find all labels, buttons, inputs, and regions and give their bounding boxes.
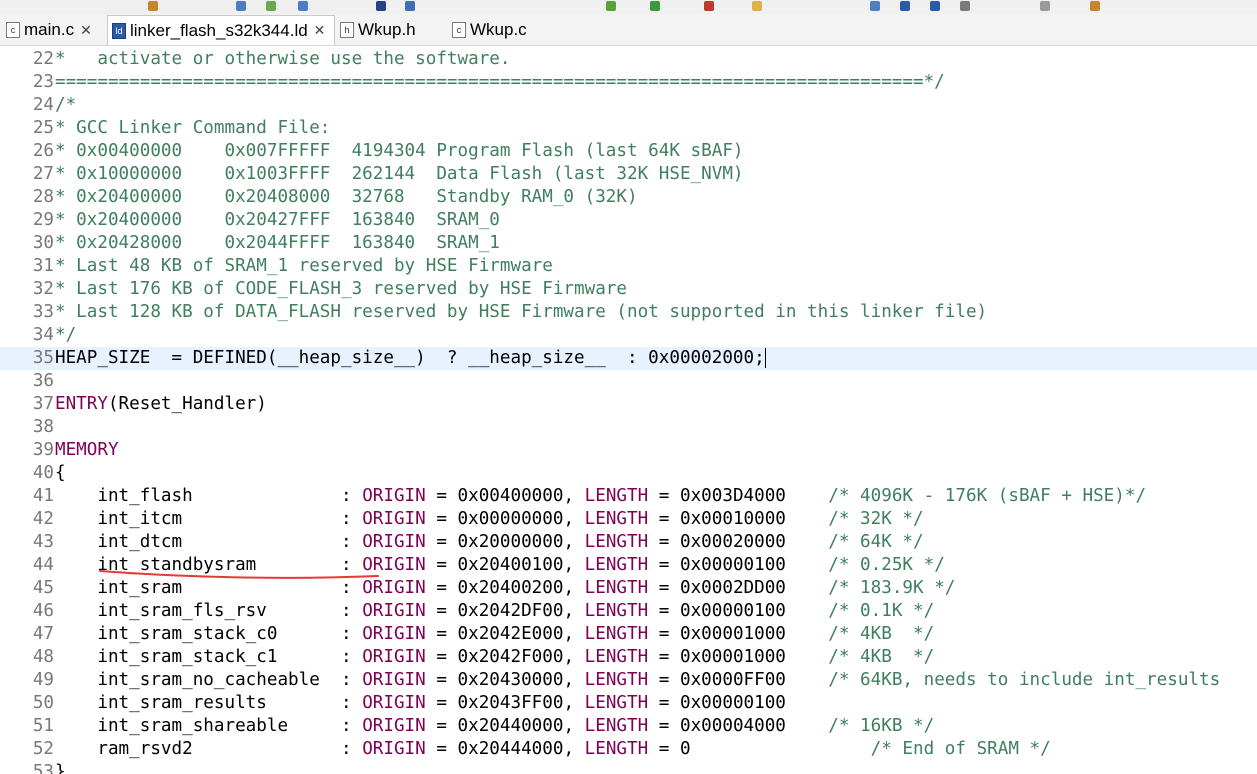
toolbar-icon[interactable] bbox=[376, 1, 386, 11]
toolbar-icon[interactable] bbox=[900, 1, 910, 11]
toolbar-icon[interactable] bbox=[930, 1, 940, 11]
tab-label: main.c bbox=[24, 20, 75, 39]
tab-wkup-h[interactable]: h Wkup.h bbox=[340, 15, 440, 45]
toolbar-icon[interactable] bbox=[960, 1, 970, 11]
toolbar-icon[interactable] bbox=[606, 1, 616, 11]
toolbar-icon[interactable] bbox=[870, 1, 880, 11]
close-icon[interactable]: ✕ bbox=[314, 22, 326, 39]
toolbar-icon[interactable] bbox=[236, 1, 246, 11]
h-file-icon: h bbox=[340, 22, 354, 38]
tab-label: linker_flash_s32k344.ld bbox=[130, 20, 308, 40]
code-editor[interactable]: 22 * activate or otherwise use the softwa… bbox=[0, 46, 1257, 774]
toolbar-icon[interactable] bbox=[1040, 1, 1050, 11]
tab-label: Wkup.h bbox=[358, 20, 416, 39]
c-file-icon: c bbox=[6, 22, 20, 38]
c-file-icon: c bbox=[452, 22, 466, 38]
editor-tab-bar: c main.c ✕ ld linker_flash_s32k344.ld ✕ … bbox=[0, 14, 1257, 46]
tab-wkup-c[interactable]: c Wkup.c bbox=[452, 15, 552, 45]
tab-main-c[interactable]: c main.c ✕ bbox=[6, 15, 106, 45]
linker-file-icon: ld bbox=[112, 22, 126, 39]
close-icon[interactable]: ✕ bbox=[80, 22, 92, 39]
toolbar-icon[interactable] bbox=[1090, 1, 1100, 11]
toolbar-icon[interactable] bbox=[704, 1, 714, 11]
toolbar-icon[interactable] bbox=[405, 1, 415, 11]
toolbar-icon[interactable] bbox=[650, 1, 660, 11]
toolbar-icon[interactable] bbox=[752, 1, 762, 11]
red-annotation-underline bbox=[99, 570, 379, 579]
toolbar-icon[interactable] bbox=[298, 1, 308, 11]
tab-label: Wkup.c bbox=[470, 20, 527, 39]
toolbar-icon[interactable] bbox=[266, 1, 276, 11]
toolbar-icon[interactable] bbox=[148, 1, 158, 11]
toolbar bbox=[0, 0, 1257, 14]
tab-linker-flash[interactable]: ld linker_flash_s32k344.ld ✕ bbox=[107, 15, 335, 45]
